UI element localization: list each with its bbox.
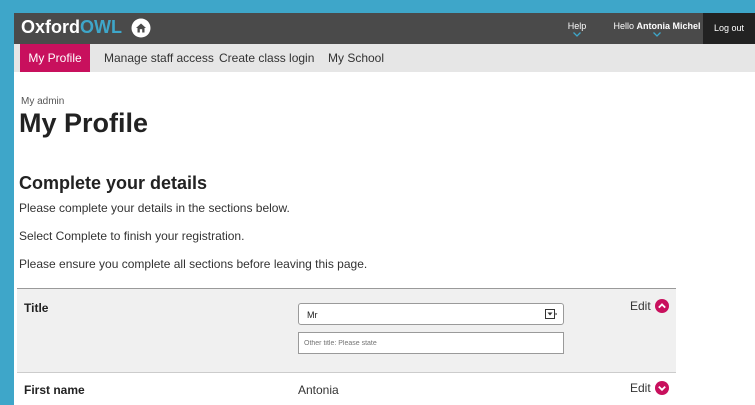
- tab-create-class-login[interactable]: Create class login: [219, 44, 314, 72]
- title-label: Title: [24, 301, 49, 315]
- page-title: My Profile: [19, 108, 149, 138]
- intro-text-3: Please ensure you complete all sections …: [19, 257, 368, 271]
- section-heading: Complete your details: [19, 173, 208, 193]
- first-name-value: Antonia: [298, 383, 339, 397]
- app-frame: OxfordOWL Help Hello Antonia Michel Log …: [14, 13, 755, 405]
- other-title-input[interactable]: [298, 332, 564, 354]
- first-name-edit-label: Edit: [630, 381, 651, 395]
- home-icon[interactable]: [131, 18, 151, 38]
- first-name-label: First name: [24, 383, 85, 397]
- title-edit-label: Edit: [630, 299, 651, 313]
- title-edit-button[interactable]: Edit: [630, 298, 669, 313]
- user-name: Antonia Michel: [636, 21, 701, 31]
- first-name-edit-button[interactable]: Edit: [630, 380, 669, 395]
- user-menu[interactable]: Hello Antonia Michel: [607, 21, 707, 37]
- logout-button[interactable]: Log out: [703, 13, 755, 44]
- title-select-value: Mr: [307, 310, 318, 320]
- title-select[interactable]: Mr: [298, 303, 564, 325]
- tab-manage-staff-access[interactable]: Manage staff access: [104, 44, 214, 72]
- help-menu[interactable]: Help: [565, 21, 589, 37]
- top-bar: OxfordOWL Help Hello Antonia Michel Log …: [14, 13, 755, 44]
- logo-oxford-text: Oxford: [21, 17, 81, 37]
- oxford-owl-logo[interactable]: OxfordOWL: [21, 17, 122, 38]
- first-name-row: First name Antonia Edit: [17, 372, 676, 405]
- intro-text-1: Please complete your details in the sect…: [19, 201, 290, 215]
- help-label: Help: [567, 21, 587, 31]
- chevron-down-icon: [573, 32, 581, 37]
- dropdown-arrow-icon: [545, 309, 557, 319]
- logo-owl-text: OWL: [80, 17, 123, 37]
- hello-prefix: Hello: [613, 21, 637, 31]
- title-row: Title Mr Edit: [17, 288, 676, 373]
- chevron-up-circle-icon: [654, 298, 669, 313]
- tab-my-profile[interactable]: My Profile: [20, 44, 90, 72]
- chevron-down-icon: [653, 32, 661, 37]
- intro-text-2: Select Complete to finish your registrat…: [19, 229, 245, 243]
- chevron-down-circle-icon: [654, 380, 669, 395]
- breadcrumb[interactable]: My admin: [21, 96, 64, 107]
- tab-my-school[interactable]: My School: [328, 44, 384, 72]
- nav-bar: My Profile Manage staff access Create cl…: [14, 44, 755, 72]
